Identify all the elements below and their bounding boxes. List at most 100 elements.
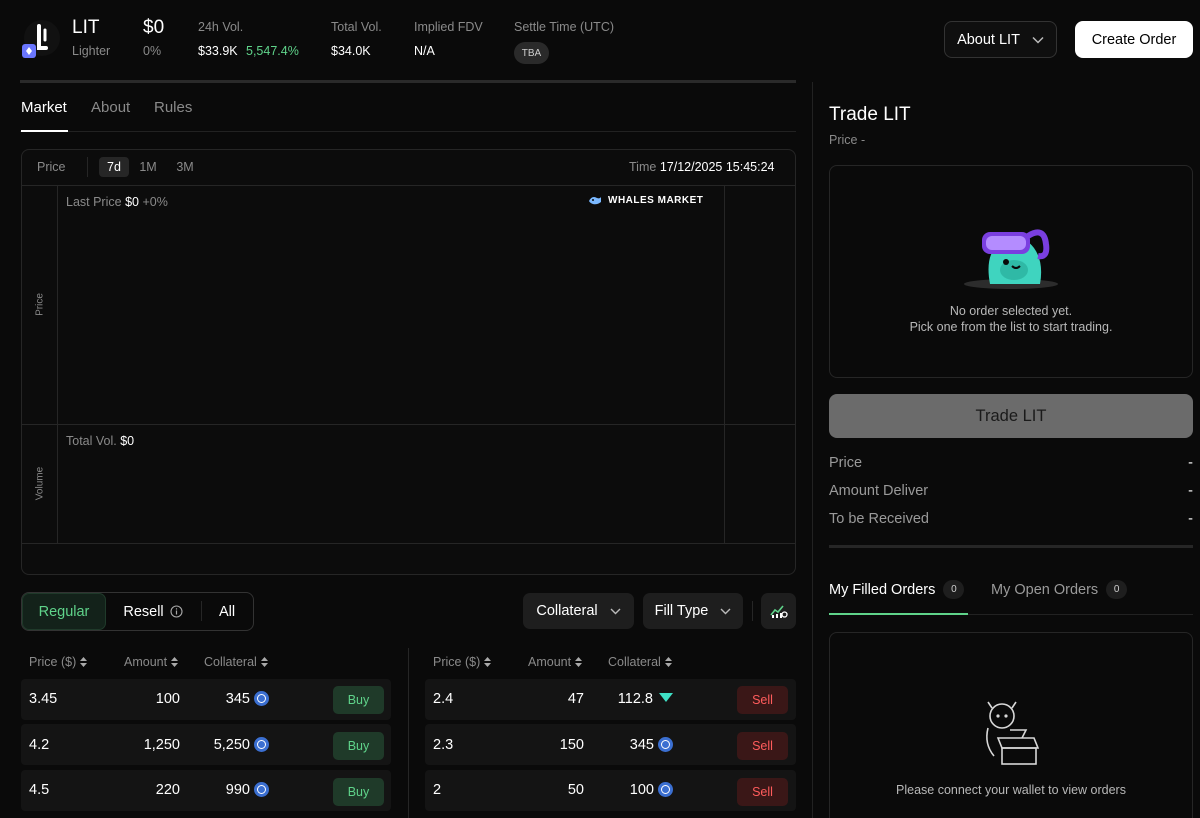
buy-amount: 220: [155, 782, 180, 798]
fdv-label: Implied FDV: [414, 20, 483, 34]
sell-amount: 47: [567, 691, 584, 707]
chart-time-label: Time: [629, 160, 657, 174]
total-vol-value: $34.0K: [331, 44, 371, 58]
fill-type-label: Fill Type: [654, 603, 709, 619]
sell-collateral-value: 345: [629, 737, 654, 753]
token-change: 0%: [143, 44, 162, 58]
y-axis-divider: [57, 186, 58, 543]
no-order-line2: Pick one from the list to start trading.: [909, 320, 1113, 334]
sort-icon: [171, 657, 179, 667]
chart-toolbar-divider: [22, 185, 795, 186]
chevron-down-icon: [1032, 36, 1044, 44]
usdc-coin-icon: [254, 736, 269, 752]
fill-type-dropdown[interactable]: Fill Type: [643, 593, 743, 629]
buy-button[interactable]: Buy: [333, 732, 384, 760]
chevron-down-icon: [720, 608, 731, 614]
sell-button[interactable]: Sell: [737, 778, 788, 806]
buy-button[interactable]: Buy: [333, 686, 384, 714]
last-price-value: $0: [125, 195, 139, 209]
sell-button[interactable]: Sell: [737, 686, 788, 714]
sell-amount: 50: [567, 782, 584, 798]
trade-price-label: Price: [829, 455, 863, 471]
token-logo: [22, 18, 62, 60]
buy-button[interactable]: Buy: [333, 778, 384, 806]
range-7d-button[interactable]: 7d: [99, 157, 129, 177]
buy-price: 3.45: [29, 691, 58, 707]
range-3m-button[interactable]: 3M: [171, 157, 199, 177]
last-price-readout: Last Price $0 +0%: [66, 195, 168, 209]
sell-header-price-label: Price ($): [433, 655, 481, 669]
settle-badge: TBA: [514, 42, 549, 64]
info-icon: [170, 605, 183, 618]
chart-total-vol-label: Total Vol.: [66, 434, 117, 448]
sell-header-price[interactable]: Price ($): [433, 655, 492, 669]
about-token-label: About LIT: [957, 31, 1020, 48]
buy-header-collateral-label: Collateral: [204, 655, 257, 669]
chevron-down-icon: [610, 608, 621, 614]
segment-resell[interactable]: Resell: [112, 593, 194, 630]
chart-total-vol-value: $0: [120, 434, 135, 448]
segment-resell-label: Resell: [123, 603, 164, 620]
buy-amount: 1,250: [143, 737, 180, 753]
filled-orders-count: 0: [943, 580, 965, 599]
to-be-received-label: To be Received: [829, 511, 929, 527]
buy-header-amount-label: Amount: [124, 655, 168, 669]
sell-collateral-value: 112.8: [617, 691, 653, 707]
fdv-value: N/A: [414, 44, 435, 58]
settle-label: Settle Time (UTC): [514, 20, 615, 34]
tab-market[interactable]: Market: [21, 99, 67, 116]
y-axis-price-label: Price: [34, 293, 46, 316]
sell-collateral-value: 100: [629, 782, 654, 798]
watermark-text: WHALES MARKET: [608, 194, 704, 206]
amount-deliver-label: Amount Deliver: [829, 483, 929, 499]
sell-amount: 150: [559, 737, 584, 753]
buy-collateral: 5,250: [180, 736, 269, 753]
vol24-label: 24h Vol.: [198, 20, 244, 34]
tab-rules[interactable]: Rules: [154, 99, 192, 116]
buy-header-price-label: Price ($): [29, 655, 77, 669]
header-divider: [20, 80, 796, 83]
sell-header-amount[interactable]: Amount: [528, 655, 583, 669]
segment-all[interactable]: All: [204, 593, 250, 630]
sell-price: 2: [433, 782, 442, 798]
sell-header-collateral[interactable]: Collateral: [608, 655, 672, 669]
buy-price: 4.5: [29, 782, 50, 798]
segment-regular[interactable]: Regular: [22, 593, 106, 630]
range-1m-button[interactable]: 1M: [135, 157, 161, 177]
about-token-button[interactable]: About LIT: [944, 21, 1057, 58]
sort-icon: [664, 657, 672, 667]
toggle-chart-button[interactable]: [761, 593, 796, 629]
buy-header-amount[interactable]: Amount: [124, 655, 179, 669]
trade-panel-price: Price -: [829, 133, 866, 147]
sell-button[interactable]: Sell: [737, 732, 788, 760]
whale-logo-icon: [589, 197, 601, 205]
trade-price-value: -: [1188, 455, 1193, 471]
sell-price: 2.3: [433, 737, 454, 753]
price-chart-panel: [21, 149, 796, 575]
amount-deliver-value: -: [1188, 483, 1193, 499]
open-orders-label: My Open Orders: [991, 581, 1099, 598]
trade-panel-divider: [829, 545, 1193, 548]
trade-button[interactable]: Trade LIT: [829, 394, 1193, 438]
mascot-vr-illustration: [962, 222, 1060, 295]
sort-icon: [260, 657, 268, 667]
buy-header-price[interactable]: Price ($): [29, 655, 88, 669]
trade-panel-title: Trade LIT: [829, 104, 911, 125]
price-scale-divider: [724, 186, 725, 543]
vol24-value: $33.9K: [198, 44, 238, 58]
collateral-filter-label: Collateral: [536, 603, 598, 619]
open-orders-count: 0: [1106, 580, 1128, 599]
buy-header-collateral[interactable]: Collateral: [204, 655, 268, 669]
buy-amount: 100: [155, 691, 180, 707]
create-order-button[interactable]: Create Order: [1075, 21, 1193, 58]
usdc-coin-icon: [658, 781, 673, 797]
token-symbol: LIT: [72, 17, 100, 38]
buy-collateral: 345: [180, 690, 269, 707]
tab-my-open-orders[interactable]: My Open Orders 0: [991, 580, 1128, 599]
chart-time-value: 17/12/2025 15:45:24: [659, 160, 775, 174]
tab-about[interactable]: About: [91, 99, 130, 116]
tab-my-filled-orders[interactable]: My Filled Orders 0: [829, 580, 965, 599]
sell-collateral: 112.8: [584, 691, 673, 707]
collateral-filter-dropdown[interactable]: Collateral: [523, 593, 634, 629]
token-project: Lighter: [72, 44, 111, 58]
